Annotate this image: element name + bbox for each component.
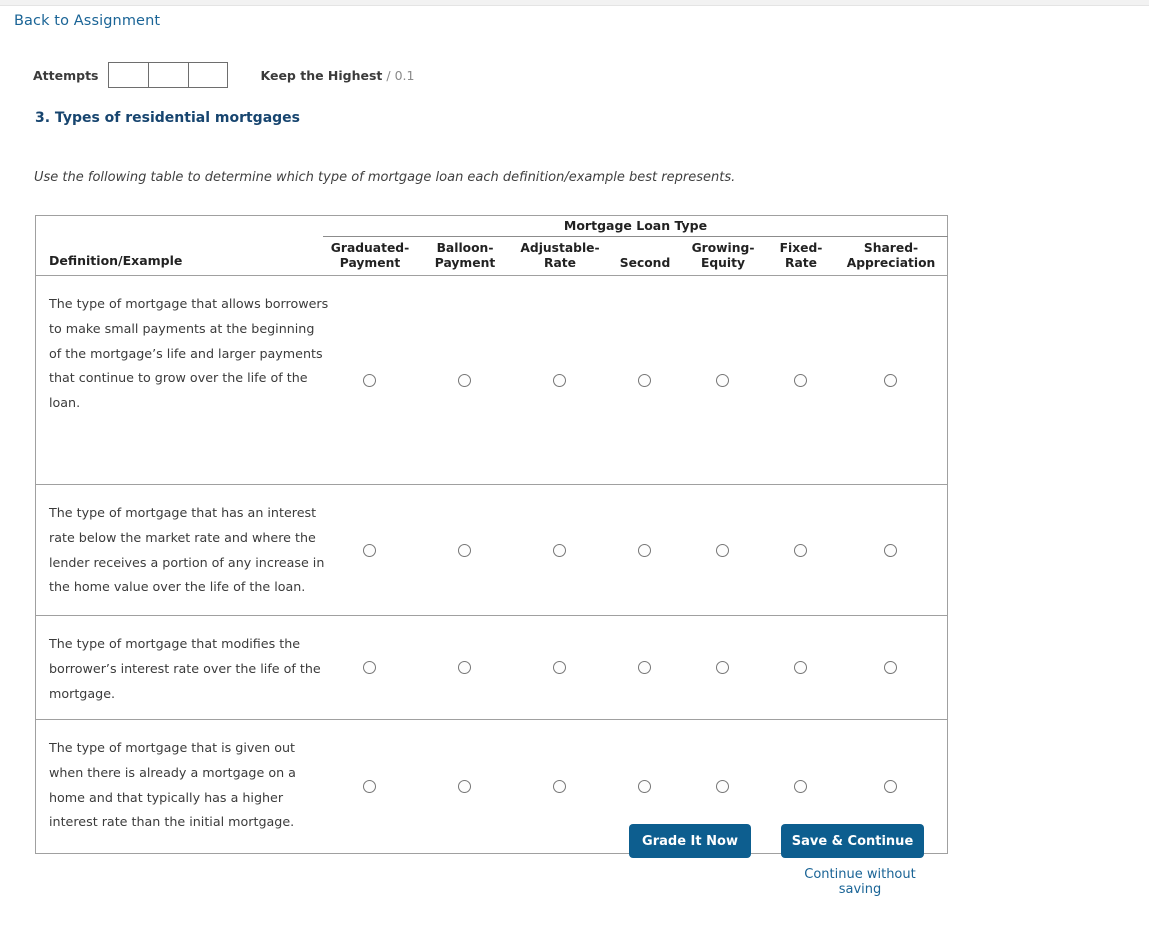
column-header-line1: Graduated- — [330, 241, 410, 255]
radio-option-r1-c5[interactable] — [716, 373, 729, 387]
radio-option-r2-c7[interactable] — [884, 543, 897, 557]
keep-highest-label: Keep the Highest — [260, 67, 383, 83]
keep-highest-points: / 0.1 — [386, 67, 415, 83]
back-to-assignment-link[interactable]: Back to Assignment — [14, 13, 160, 29]
column-header-line2: Payment — [339, 256, 401, 270]
attempts-label: Attempts — [33, 67, 99, 83]
column-header-line1: Adjustable- — [520, 241, 600, 255]
radio-option-r4-c2[interactable] — [458, 779, 471, 793]
radio-option-r3-c6[interactable] — [794, 661, 807, 674]
radio-option-r4-c4[interactable] — [638, 779, 651, 793]
attempt-box-3 — [187, 62, 228, 88]
radio-option-r3-c2[interactable] — [458, 661, 471, 674]
table-row: The type of mortgage that has an interes… — [36, 485, 947, 616]
attempt-box-1 — [107, 62, 148, 88]
keep-the-highest-text: Keep the Highest / 0.1 — [261, 68, 415, 83]
radio-option-r2-c6[interactable] — [794, 543, 807, 557]
instruction-text: Use the following table to determine whi… — [34, 170, 736, 185]
attempts-boxes — [107, 62, 228, 88]
radio-option-r3-c5[interactable] — [716, 661, 729, 674]
column-group-title: Mortgage Loan Type — [323, 218, 948, 237]
radio-option-r1-c6[interactable] — [794, 373, 807, 387]
radio-option-r1-c4[interactable] — [638, 373, 651, 387]
radio-option-r1-c7[interactable] — [884, 373, 897, 387]
definition-cell: The type of mortgage that is given out w… — [49, 740, 296, 830]
radio-option-r2-c4[interactable] — [638, 543, 651, 557]
radio-option-r1-c3[interactable] — [553, 373, 566, 387]
grade-it-now-button[interactable]: Grade It Now — [629, 824, 751, 858]
column-header-1: Graduated- Payment — [315, 241, 425, 271]
column-header-7: Shared- Appreciation — [836, 241, 946, 271]
definition-cell: The type of mortgage that allows borrowe… — [49, 296, 329, 411]
attempts-row: Attempts Keep the Highest / 0.1 — [33, 62, 414, 88]
question-heading: 3. Types of residential mortgages — [35, 110, 301, 126]
column-header-line2: Appreciation — [846, 256, 936, 270]
radio-option-r4-c7[interactable] — [884, 779, 897, 793]
radio-option-r1-c1[interactable] — [363, 373, 376, 387]
radio-option-r4-c5[interactable] — [716, 779, 729, 793]
column-header-2: Balloon- Payment — [410, 241, 520, 271]
radio-option-r2-c3[interactable] — [553, 543, 566, 557]
radio-option-r4-c6[interactable] — [794, 779, 807, 793]
table-row: The type of mortgage that modifies the b… — [36, 616, 947, 720]
column-header-line1: Shared- — [863, 241, 919, 255]
radio-option-r1-c2[interactable] — [458, 373, 471, 387]
column-header-line1: Balloon- — [436, 241, 494, 255]
attempt-box-2 — [147, 62, 188, 88]
radio-option-r2-c5[interactable] — [716, 543, 729, 557]
continue-without-saving-link[interactable]: Continue without saving — [781, 867, 939, 897]
radio-option-r4-c3[interactable] — [553, 779, 566, 793]
table-header: Mortgage Loan Type Definition/Example Gr… — [36, 216, 948, 276]
column-header-line2: Payment — [434, 256, 496, 270]
radio-option-r3-c1[interactable] — [363, 661, 376, 674]
radio-option-r3-c4[interactable] — [638, 661, 651, 674]
radio-option-r3-c3[interactable] — [553, 661, 566, 674]
radio-option-r3-c7[interactable] — [884, 661, 897, 674]
table-body: The type of mortgage that allows borrowe… — [36, 276, 947, 853]
radio-option-r2-c2[interactable] — [458, 543, 471, 557]
save-and-continue-button[interactable]: Save & Continue — [781, 824, 924, 858]
mortgage-matrix-table: Mortgage Loan Type Definition/Example Gr… — [35, 215, 948, 854]
definition-cell: The type of mortgage that has an interes… — [49, 505, 325, 595]
table-row: The type of mortgage that allows borrowe… — [36, 276, 947, 485]
radio-option-r4-c1[interactable] — [363, 779, 376, 793]
definition-cell: The type of mortgage that modifies the b… — [49, 636, 321, 701]
top-bar — [0, 0, 1149, 6]
radio-option-r2-c1[interactable] — [363, 543, 376, 557]
definition-column-header: Definition/Example — [49, 253, 183, 268]
